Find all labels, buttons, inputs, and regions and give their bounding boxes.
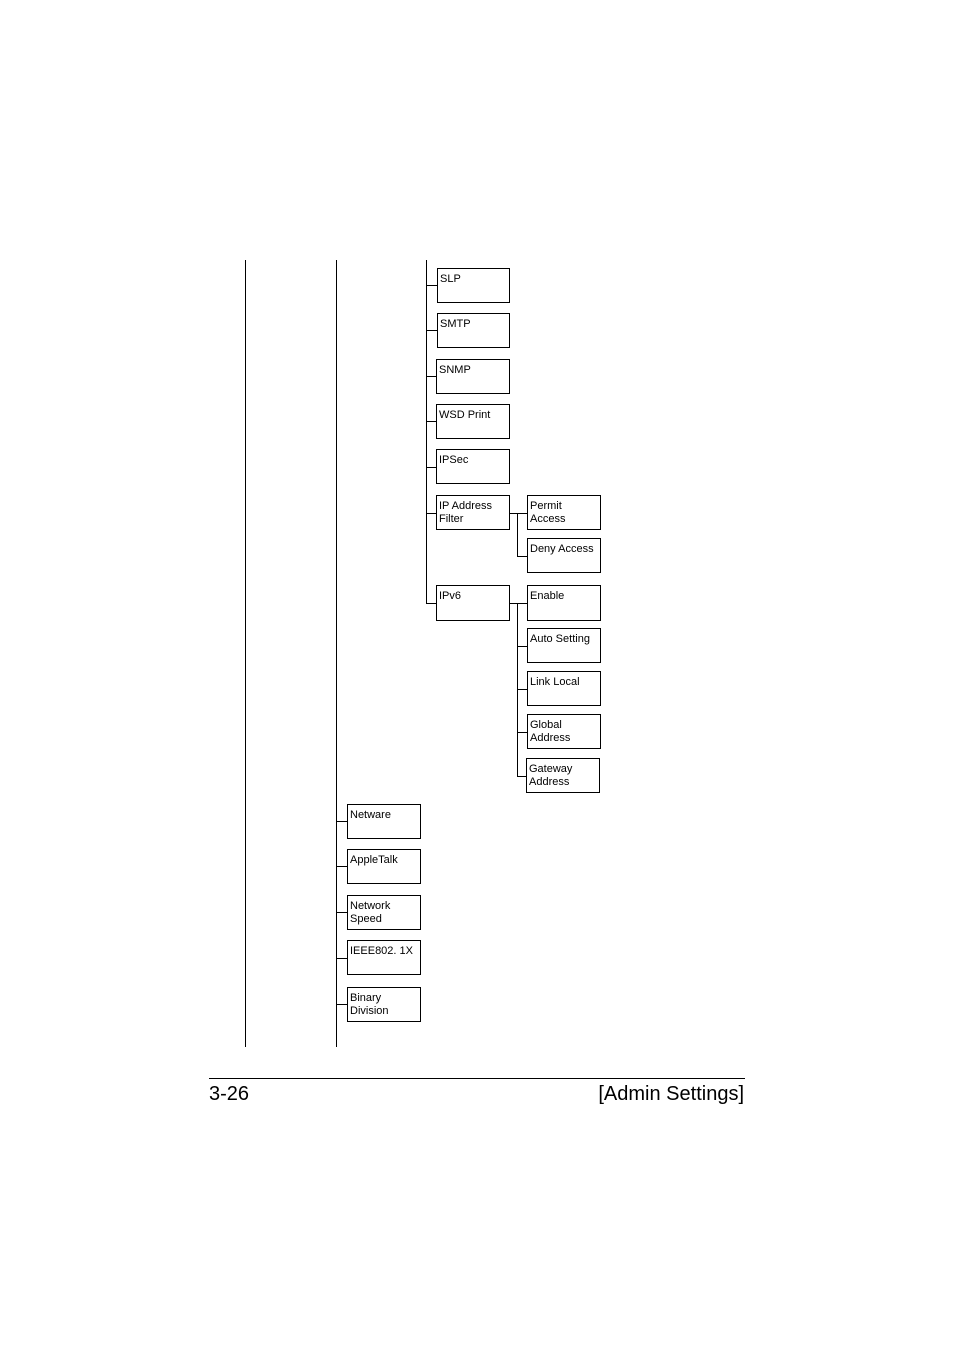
sub-trunk-ipv6 <box>517 603 518 777</box>
menu-node-gateway-address: Gateway Address <box>526 758 600 793</box>
menu-node-snmp: SNMP <box>436 359 510 394</box>
menu-node-network-speed: Network Speed <box>347 895 421 930</box>
footer-divider <box>209 1078 745 1079</box>
connector <box>426 513 436 514</box>
connector <box>517 646 527 647</box>
connector <box>517 776 526 777</box>
connector <box>426 330 437 331</box>
menu-node-auto-setting: Auto Setting <box>527 628 601 663</box>
menu-node-wsd-print: WSD Print <box>436 404 510 439</box>
menu-node-deny-access: Deny Access <box>527 538 601 573</box>
connector <box>517 556 527 557</box>
tree-trunk-level2 <box>336 260 337 1047</box>
menu-node-slp: SLP <box>437 268 510 303</box>
menu-node-appletalk: AppleTalk <box>347 849 421 884</box>
connector <box>510 603 527 604</box>
sub-trunk-ip-filter <box>517 513 518 556</box>
menu-node-ip-address-filter: IP Address Filter <box>436 495 510 530</box>
menu-node-link-local: Link Local <box>527 671 601 706</box>
connector <box>336 958 347 959</box>
menu-node-permit-access: Permit Access <box>527 495 601 530</box>
connector <box>426 467 436 468</box>
tree-trunk-level1 <box>245 260 246 1047</box>
connector <box>517 732 527 733</box>
section-title: [Admin Settings] <box>598 1083 744 1105</box>
connector <box>426 285 437 286</box>
menu-node-ieee8021x: IEEE802. 1X <box>347 940 421 975</box>
connector <box>426 421 436 422</box>
connector <box>426 603 436 604</box>
connector <box>517 689 527 690</box>
menu-node-netware: Netware <box>347 804 421 839</box>
menu-node-enable: Enable <box>527 585 601 621</box>
connector <box>336 821 347 822</box>
menu-node-ipsec: IPSec <box>436 449 510 484</box>
tree-trunk-level3 <box>426 260 427 604</box>
connector <box>510 513 527 514</box>
connector <box>336 912 347 913</box>
menu-node-binary-division: Binary Division <box>347 987 421 1022</box>
menu-node-global-address: Global Address <box>527 714 601 749</box>
menu-node-ipv6: IPv6 <box>436 585 510 621</box>
connector <box>336 1004 347 1005</box>
page-number: 3-26 <box>209 1083 250 1105</box>
connector <box>426 376 436 377</box>
connector <box>336 866 347 867</box>
menu-node-smtp: SMTP <box>437 313 510 348</box>
